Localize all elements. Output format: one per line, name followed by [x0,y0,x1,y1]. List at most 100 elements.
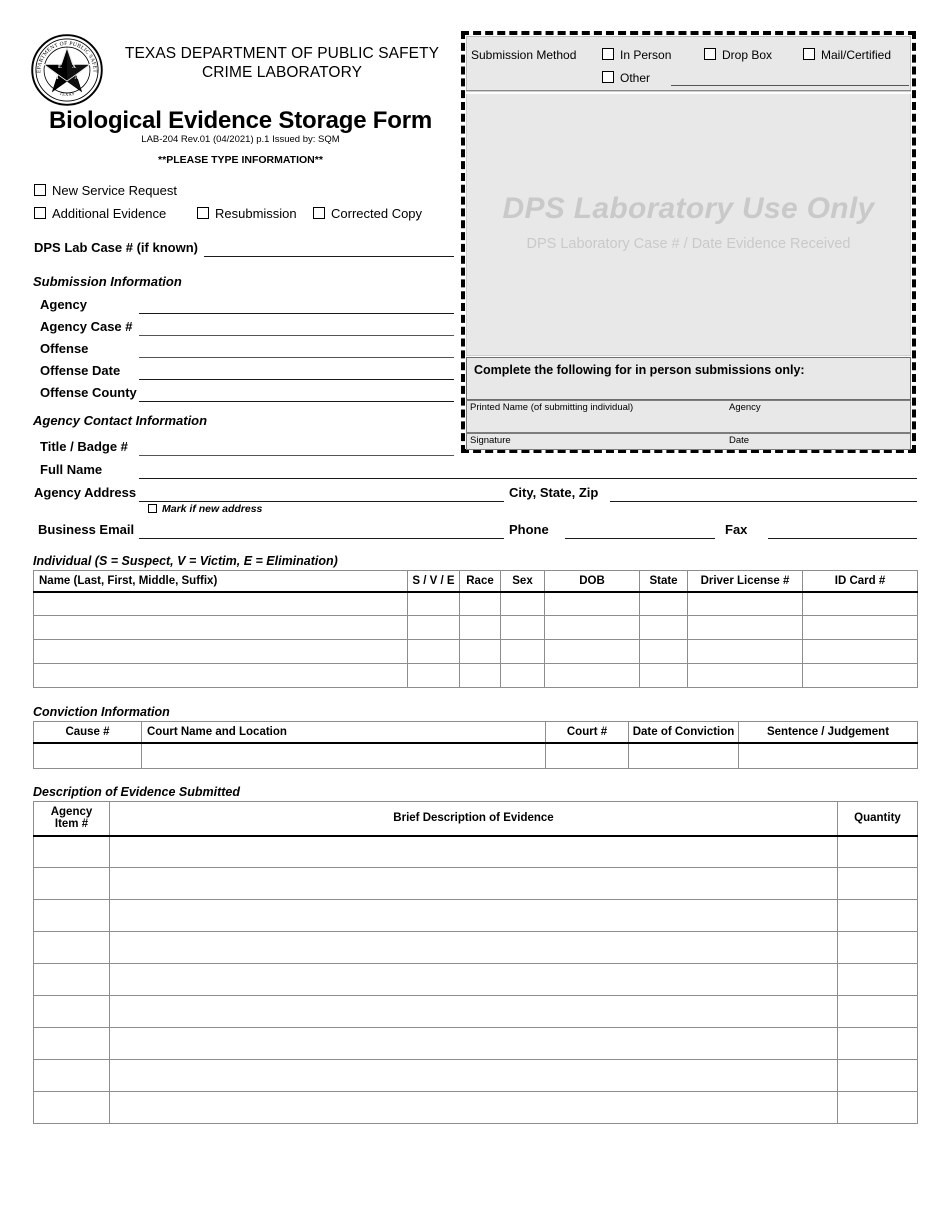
table-cell[interactable] [33,591,408,616]
table-cell[interactable] [33,995,110,1028]
checkbox-mail-certified[interactable]: Mail/Certified [803,48,891,62]
table-cell[interactable] [837,1027,918,1060]
checkbox-icon[interactable] [602,48,614,60]
table-cell[interactable] [407,615,460,640]
input-city-state-zip[interactable] [610,501,917,502]
table-cell[interactable] [33,931,110,964]
checkbox-drop-box[interactable]: Drop Box [704,48,772,62]
table-cell[interactable] [109,995,838,1028]
checkbox-resubmission[interactable]: Resubmission [197,206,297,221]
input-offense-county[interactable] [139,401,454,402]
table-cell[interactable] [109,963,838,996]
table-cell[interactable] [109,1091,838,1124]
table-cell[interactable] [687,639,803,664]
table-cell[interactable] [837,931,918,964]
table-cell[interactable] [738,742,918,769]
input-other-submission-method[interactable] [671,85,909,86]
table-cell[interactable] [459,639,501,664]
input-offense-date[interactable] [139,379,454,380]
table-cell[interactable] [33,742,142,769]
table-cell[interactable] [639,615,688,640]
checkbox-additional-evidence[interactable]: Additional Evidence [34,206,166,221]
table-cell[interactable] [544,663,640,688]
dps-lab-case-input[interactable] [204,256,454,257]
table-cell[interactable] [639,591,688,616]
table-cell[interactable] [500,663,545,688]
table-cell[interactable] [837,867,918,900]
checkbox-icon[interactable] [704,48,716,60]
table-cell[interactable] [802,639,918,664]
table-cell[interactable] [33,1027,110,1060]
table-cell[interactable] [407,663,460,688]
checkbox-icon[interactable] [34,207,46,219]
table-cell[interactable] [628,742,739,769]
input-fax[interactable] [768,538,917,539]
table-cell[interactable] [407,639,460,664]
table-cell[interactable] [33,615,408,640]
table-cell[interactable] [33,1059,110,1092]
table-cell[interactable] [837,1059,918,1092]
checkbox-corrected-copy[interactable]: Corrected Copy [313,206,422,221]
table-cell[interactable] [33,867,110,900]
table-cell[interactable] [639,663,688,688]
input-agency[interactable] [139,313,454,314]
input-agency-address[interactable] [139,501,504,502]
checkbox-mark-if-new-address[interactable]: Mark if new address [148,503,262,515]
table-cell[interactable] [109,867,838,900]
table-cell[interactable] [33,639,408,664]
table-cell[interactable] [802,591,918,616]
table-cell[interactable] [33,963,110,996]
table-cell[interactable] [837,963,918,996]
input-full-name[interactable] [139,478,917,479]
table-cell[interactable] [837,835,918,868]
table-cell[interactable] [500,639,545,664]
table-cell[interactable] [109,835,838,868]
col-brief-description: Brief Description of Evidence [109,801,838,837]
table-cell[interactable] [33,835,110,868]
table-cell[interactable] [837,1091,918,1124]
signature-row[interactable] [466,433,911,450]
table-cell[interactable] [141,742,546,769]
checkbox-icon[interactable] [34,184,46,196]
table-cell[interactable] [33,1091,110,1124]
checkbox-icon[interactable] [148,504,157,513]
checkbox-icon[interactable] [313,207,325,219]
checkbox-in-person[interactable]: In Person [602,48,671,62]
table-cell[interactable] [407,591,460,616]
table-cell[interactable] [33,663,408,688]
checkbox-icon[interactable] [197,207,209,219]
table-cell[interactable] [802,615,918,640]
checkbox-label: Drop Box [722,48,773,62]
checkbox-other[interactable]: Other [602,71,650,85]
table-cell[interactable] [687,615,803,640]
table-cell[interactable] [687,591,803,616]
label-offense: Offense [40,341,89,356]
checkbox-new-service-request[interactable]: New Service Request [34,183,177,198]
table-cell[interactable] [33,899,110,932]
table-cell[interactable] [109,1059,838,1092]
input-offense[interactable] [139,357,454,358]
table-cell[interactable] [459,615,501,640]
table-cell[interactable] [639,639,688,664]
table-cell[interactable] [109,899,838,932]
input-title-badge[interactable] [139,455,454,456]
table-cell[interactable] [500,615,545,640]
table-cell[interactable] [837,995,918,1028]
checkbox-icon[interactable] [803,48,815,60]
table-cell[interactable] [500,591,545,616]
table-cell[interactable] [802,663,918,688]
table-cell[interactable] [544,639,640,664]
table-cell[interactable] [459,663,501,688]
table-cell[interactable] [544,615,640,640]
table-cell[interactable] [837,899,918,932]
input-agency-case-number[interactable] [139,335,454,336]
checkbox-icon[interactable] [602,71,614,83]
table-cell[interactable] [109,931,838,964]
table-cell[interactable] [109,1027,838,1060]
table-cell[interactable] [459,591,501,616]
input-phone[interactable] [565,538,715,539]
table-cell[interactable] [544,591,640,616]
table-cell[interactable] [687,663,803,688]
table-cell[interactable] [545,742,629,769]
input-business-email[interactable] [139,538,504,539]
